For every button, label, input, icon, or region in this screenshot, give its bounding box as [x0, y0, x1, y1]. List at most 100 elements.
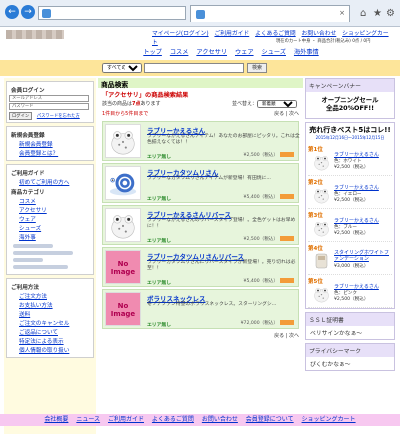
- side-cat-accessory[interactable]: アクセサリ: [19, 206, 91, 214]
- back-button[interactable]: ←: [5, 5, 19, 19]
- detail-button[interactable]: [280, 236, 294, 241]
- side-cat-overseas[interactable]: 海外事: [19, 233, 91, 241]
- rank-image[interactable]: [311, 185, 332, 205]
- usage-link[interactable]: 個人情報の取り扱い: [19, 346, 91, 354]
- member-title: 新規会員登録: [11, 133, 45, 139]
- close-tab-icon[interactable]: ×: [339, 6, 345, 21]
- member-box: 新規会員登録 新規会員登録 会員登録とは？: [6, 126, 94, 161]
- ranking-list: 第1位 ラブリーかえるさん 色：ホワイト ¥2,500（税込） 第2位 ラブリーかえるさん…: [306, 143, 394, 308]
- usage-link[interactable]: 特定法による表示: [19, 337, 91, 345]
- footer-guide[interactable]: ご利用ガイド: [108, 416, 144, 423]
- product-image[interactable]: [105, 166, 141, 200]
- search-category-select[interactable]: すべての商品: [102, 63, 142, 73]
- side-cat-shoes[interactable]: シューズ: [19, 224, 91, 232]
- pager-bottom: 戻る | 次へ: [102, 332, 299, 340]
- tab-page-icon: [196, 10, 205, 19]
- favorites-star-icon[interactable]: ★: [373, 8, 382, 19]
- sort-control: 並べ替え： 新着順: [232, 100, 297, 108]
- cat-top[interactable]: トップ: [143, 49, 162, 56]
- search-button[interactable]: 検索: [247, 63, 267, 73]
- pager-links[interactable]: 戻る | 次へ: [274, 332, 299, 339]
- forgot-password-link[interactable]: パスワードを忘れた方: [37, 114, 80, 119]
- cart-summary: 現在のカート中身 ・ 商品合計(税込み) 0点 / 0円: [276, 39, 371, 44]
- product-description: ラブリーなカタツムリさんアイテムが新登場！有田焼に...: [147, 176, 271, 181]
- rank-image[interactable]: [311, 251, 332, 271]
- rank-product-name[interactable]: ラブリーかえるさん: [334, 283, 379, 290]
- usage-link[interactable]: 送料: [19, 310, 91, 318]
- nav-contact[interactable]: お問い合わせ: [302, 31, 337, 37]
- product-item: No Image ボラリスネックレス 冬ソナファン待望のボラリスネックレス。スターリ…: [102, 289, 299, 329]
- ssl-title: ＳＳＬ証明書: [306, 313, 394, 326]
- no-image-placeholder[interactable]: No Image: [105, 292, 141, 326]
- side-cat-cosme[interactable]: コスメ: [19, 197, 91, 205]
- detail-button[interactable]: [280, 320, 294, 325]
- footer-company[interactable]: 会社概要: [44, 416, 68, 423]
- left-sidebar: 会員ログイン メールアドレス パスワード ログイン パスワードを忘れた方 新規会…: [4, 78, 96, 434]
- detail-button[interactable]: [280, 194, 294, 199]
- campaign-banner-title: キャンペーンバナー: [306, 79, 394, 92]
- no-image-placeholder[interactable]: No Image: [105, 250, 141, 284]
- blurred-text: [13, 265, 68, 269]
- rank-image[interactable]: [311, 284, 332, 304]
- ranking-title: 売れ行きベスト5はコレ!!: [309, 126, 391, 134]
- product-price: ¥2,500（税込）: [244, 236, 294, 242]
- usage-link[interactable]: ご返品について: [19, 328, 91, 336]
- login-button[interactable]: ログイン: [9, 112, 33, 120]
- footer-news[interactable]: ニュース: [76, 416, 100, 423]
- footer-cart[interactable]: ショッピングカート: [302, 416, 356, 423]
- rank-product-name[interactable]: ラブリーかえるさん: [334, 217, 379, 224]
- rank-product-name[interactable]: ラブリーかえるさん: [334, 151, 379, 158]
- site-logo[interactable]: [6, 30, 64, 39]
- forward-button[interactable]: →: [21, 5, 35, 19]
- usage-link[interactable]: ご注文方法: [19, 292, 91, 300]
- product-image[interactable]: [105, 124, 141, 158]
- detail-button[interactable]: [280, 152, 294, 157]
- privacy-title: プライバシーマーク: [306, 344, 394, 357]
- product-list: ラブリーかえるさん ラブリーなかえるさんアイテム！あなたのお部屋にピッタリ。これは…: [98, 121, 303, 329]
- pager-links[interactable]: 戻る | 次へ: [274, 110, 299, 117]
- cat-cosme[interactable]: コスメ: [170, 49, 189, 56]
- login-box: 会員ログイン メールアドレス パスワード ログイン パスワードを忘れた方: [6, 81, 94, 123]
- cat-overseas[interactable]: 海外事情: [294, 49, 319, 56]
- first-time-link[interactable]: 初めてご利用の方へ: [19, 178, 91, 186]
- product-area: エリア無し: [147, 197, 171, 202]
- campaign-banner[interactable]: オープニングセール 全品20%OFF!!: [306, 92, 394, 118]
- member-register-link[interactable]: 新規会員登録: [19, 140, 91, 148]
- rank-image[interactable]: [311, 152, 332, 172]
- detail-button[interactable]: [280, 278, 294, 283]
- blurred-text: [13, 258, 43, 262]
- footer-contact[interactable]: お問い合わせ: [202, 416, 238, 423]
- nav-faq[interactable]: よくあるご質問: [255, 31, 296, 37]
- ranking-date: 2015年12月16日〜2015年12月15日: [315, 135, 385, 140]
- usage-link[interactable]: お支払い方法: [19, 301, 91, 309]
- rank-product-name[interactable]: スタイリングホワイトファンデーション: [334, 250, 392, 262]
- home-icon[interactable]: ⌂: [360, 8, 366, 19]
- rank-image[interactable]: [311, 218, 332, 238]
- privacy-box: プライバシーマーク ぴくむかなぁ〜: [305, 343, 395, 371]
- settings-gear-icon[interactable]: ⚙: [386, 8, 395, 19]
- nav-guide[interactable]: ご利用ガイド: [214, 31, 249, 37]
- cat-wear[interactable]: ウェア: [235, 49, 254, 56]
- product-image[interactable]: [105, 208, 141, 242]
- cat-accessory[interactable]: アクセサリ: [196, 49, 227, 56]
- ranking-item: 第1位 ラブリーかえるさん 色：ホワイト ¥2,500（税込）: [308, 143, 392, 176]
- rank-product-price: ¥2,500（税込）: [334, 165, 369, 170]
- rank-product-name[interactable]: ラブリーかえるさん: [334, 184, 379, 191]
- product-description: ラブリーカタツムリさんにリバースタイプが新登場！。売り切れは必至！！: [147, 260, 296, 271]
- sort-select[interactable]: 新着順: [257, 100, 297, 108]
- footer-member[interactable]: 会員登録について: [246, 416, 294, 423]
- email-field[interactable]: メールアドレス: [9, 95, 89, 102]
- browser-tab[interactable]: ×: [190, 5, 350, 22]
- footer-navigation: 会社概要 ニュース ご利用ガイド よくあるご質問 お問い合わせ 会員登録について…: [0, 414, 400, 426]
- address-bar[interactable]: [38, 6, 186, 20]
- password-field[interactable]: パスワード: [9, 103, 89, 110]
- cat-shoes[interactable]: シューズ: [262, 49, 286, 56]
- nav-mypage[interactable]: マイページ(ログイン): [152, 31, 209, 37]
- privacy-text: ぴくむかなぁ〜: [310, 362, 351, 368]
- member-about-link[interactable]: 会員登録とは？: [19, 149, 91, 157]
- product-area: エリア無し: [147, 239, 171, 244]
- usage-link[interactable]: ご注文のキャンセル: [19, 319, 91, 327]
- side-cat-wear[interactable]: ウェア: [19, 215, 91, 223]
- search-input[interactable]: [144, 63, 244, 73]
- footer-faq[interactable]: よくあるご質問: [152, 416, 194, 423]
